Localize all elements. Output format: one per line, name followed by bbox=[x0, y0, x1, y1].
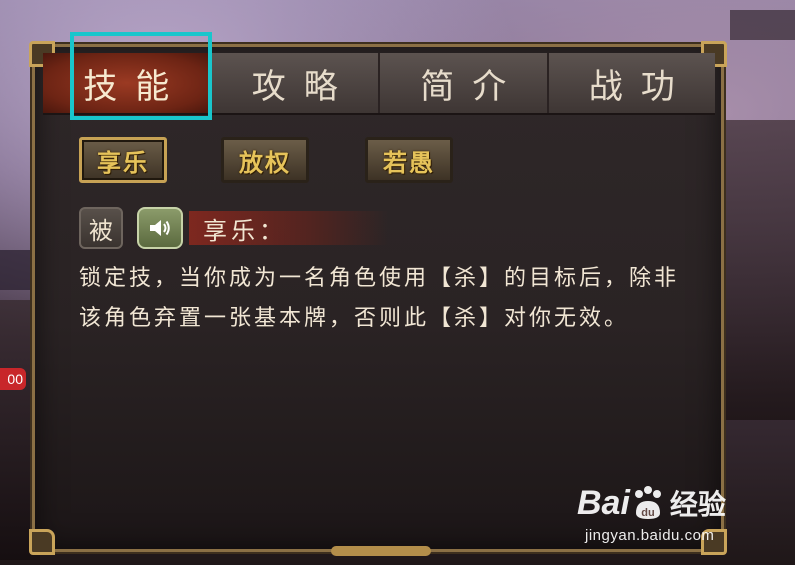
tab-label: 战功 bbox=[588, 66, 693, 107]
background-roof bbox=[730, 10, 795, 40]
baidu-jingyan-watermark: Bai du 经验 jingyan.baidu.com bbox=[577, 481, 777, 551]
tab-intro[interactable]: 简介 bbox=[380, 53, 549, 113]
watermark-logo: Bai du 经验 bbox=[577, 481, 726, 525]
background-building bbox=[720, 120, 795, 420]
skill-header: 被 享乐： bbox=[79, 205, 389, 251]
tab-achievements[interactable]: 战功 bbox=[549, 53, 716, 113]
skill-button-xiangle[interactable]: 享乐 bbox=[79, 137, 167, 183]
watermark-cn: 经验 bbox=[669, 488, 726, 521]
tab-strategy[interactable]: 攻略 bbox=[212, 53, 380, 113]
tab-label: 技能 bbox=[83, 66, 188, 107]
skill-name: 享乐： bbox=[189, 211, 389, 245]
passive-badge: 被 bbox=[79, 207, 123, 249]
side-count-badge: 00 bbox=[0, 368, 26, 390]
speaker-icon bbox=[150, 220, 170, 236]
skill-button-fangquan[interactable]: 放权 bbox=[221, 137, 309, 183]
watermark-url: jingyan.baidu.com bbox=[585, 527, 715, 544]
paw-text: du bbox=[641, 507, 654, 519]
corner-ornament bbox=[29, 529, 55, 555]
tab-skills[interactable]: 技能 bbox=[43, 53, 212, 113]
skill-description: 锁定技，当你成为一名角色使用【杀】的目标后，除非该角色弃置一张基本牌，否则此【杀… bbox=[79, 266, 680, 331]
paw-icon: du bbox=[634, 486, 661, 519]
watermark-brand: Bai bbox=[577, 483, 630, 522]
game-screen: 00 技能 攻略 简介 战功 享乐 放权 若愚 被 享乐： 锁定技，当你成为一名… bbox=[0, 0, 795, 565]
tab-label: 攻略 bbox=[251, 66, 356, 107]
tab-bar: 技能 攻略 简介 战功 bbox=[43, 53, 715, 115]
bottom-ornament bbox=[331, 546, 431, 556]
play-voice-button[interactable] bbox=[137, 207, 183, 249]
general-info-panel: 技能 攻略 简介 战功 享乐 放权 若愚 被 享乐： 锁定技，当你成为一名角色使… bbox=[29, 41, 727, 556]
skill-button-ruoyu[interactable]: 若愚 bbox=[365, 137, 453, 183]
tab-label: 简介 bbox=[420, 66, 525, 107]
